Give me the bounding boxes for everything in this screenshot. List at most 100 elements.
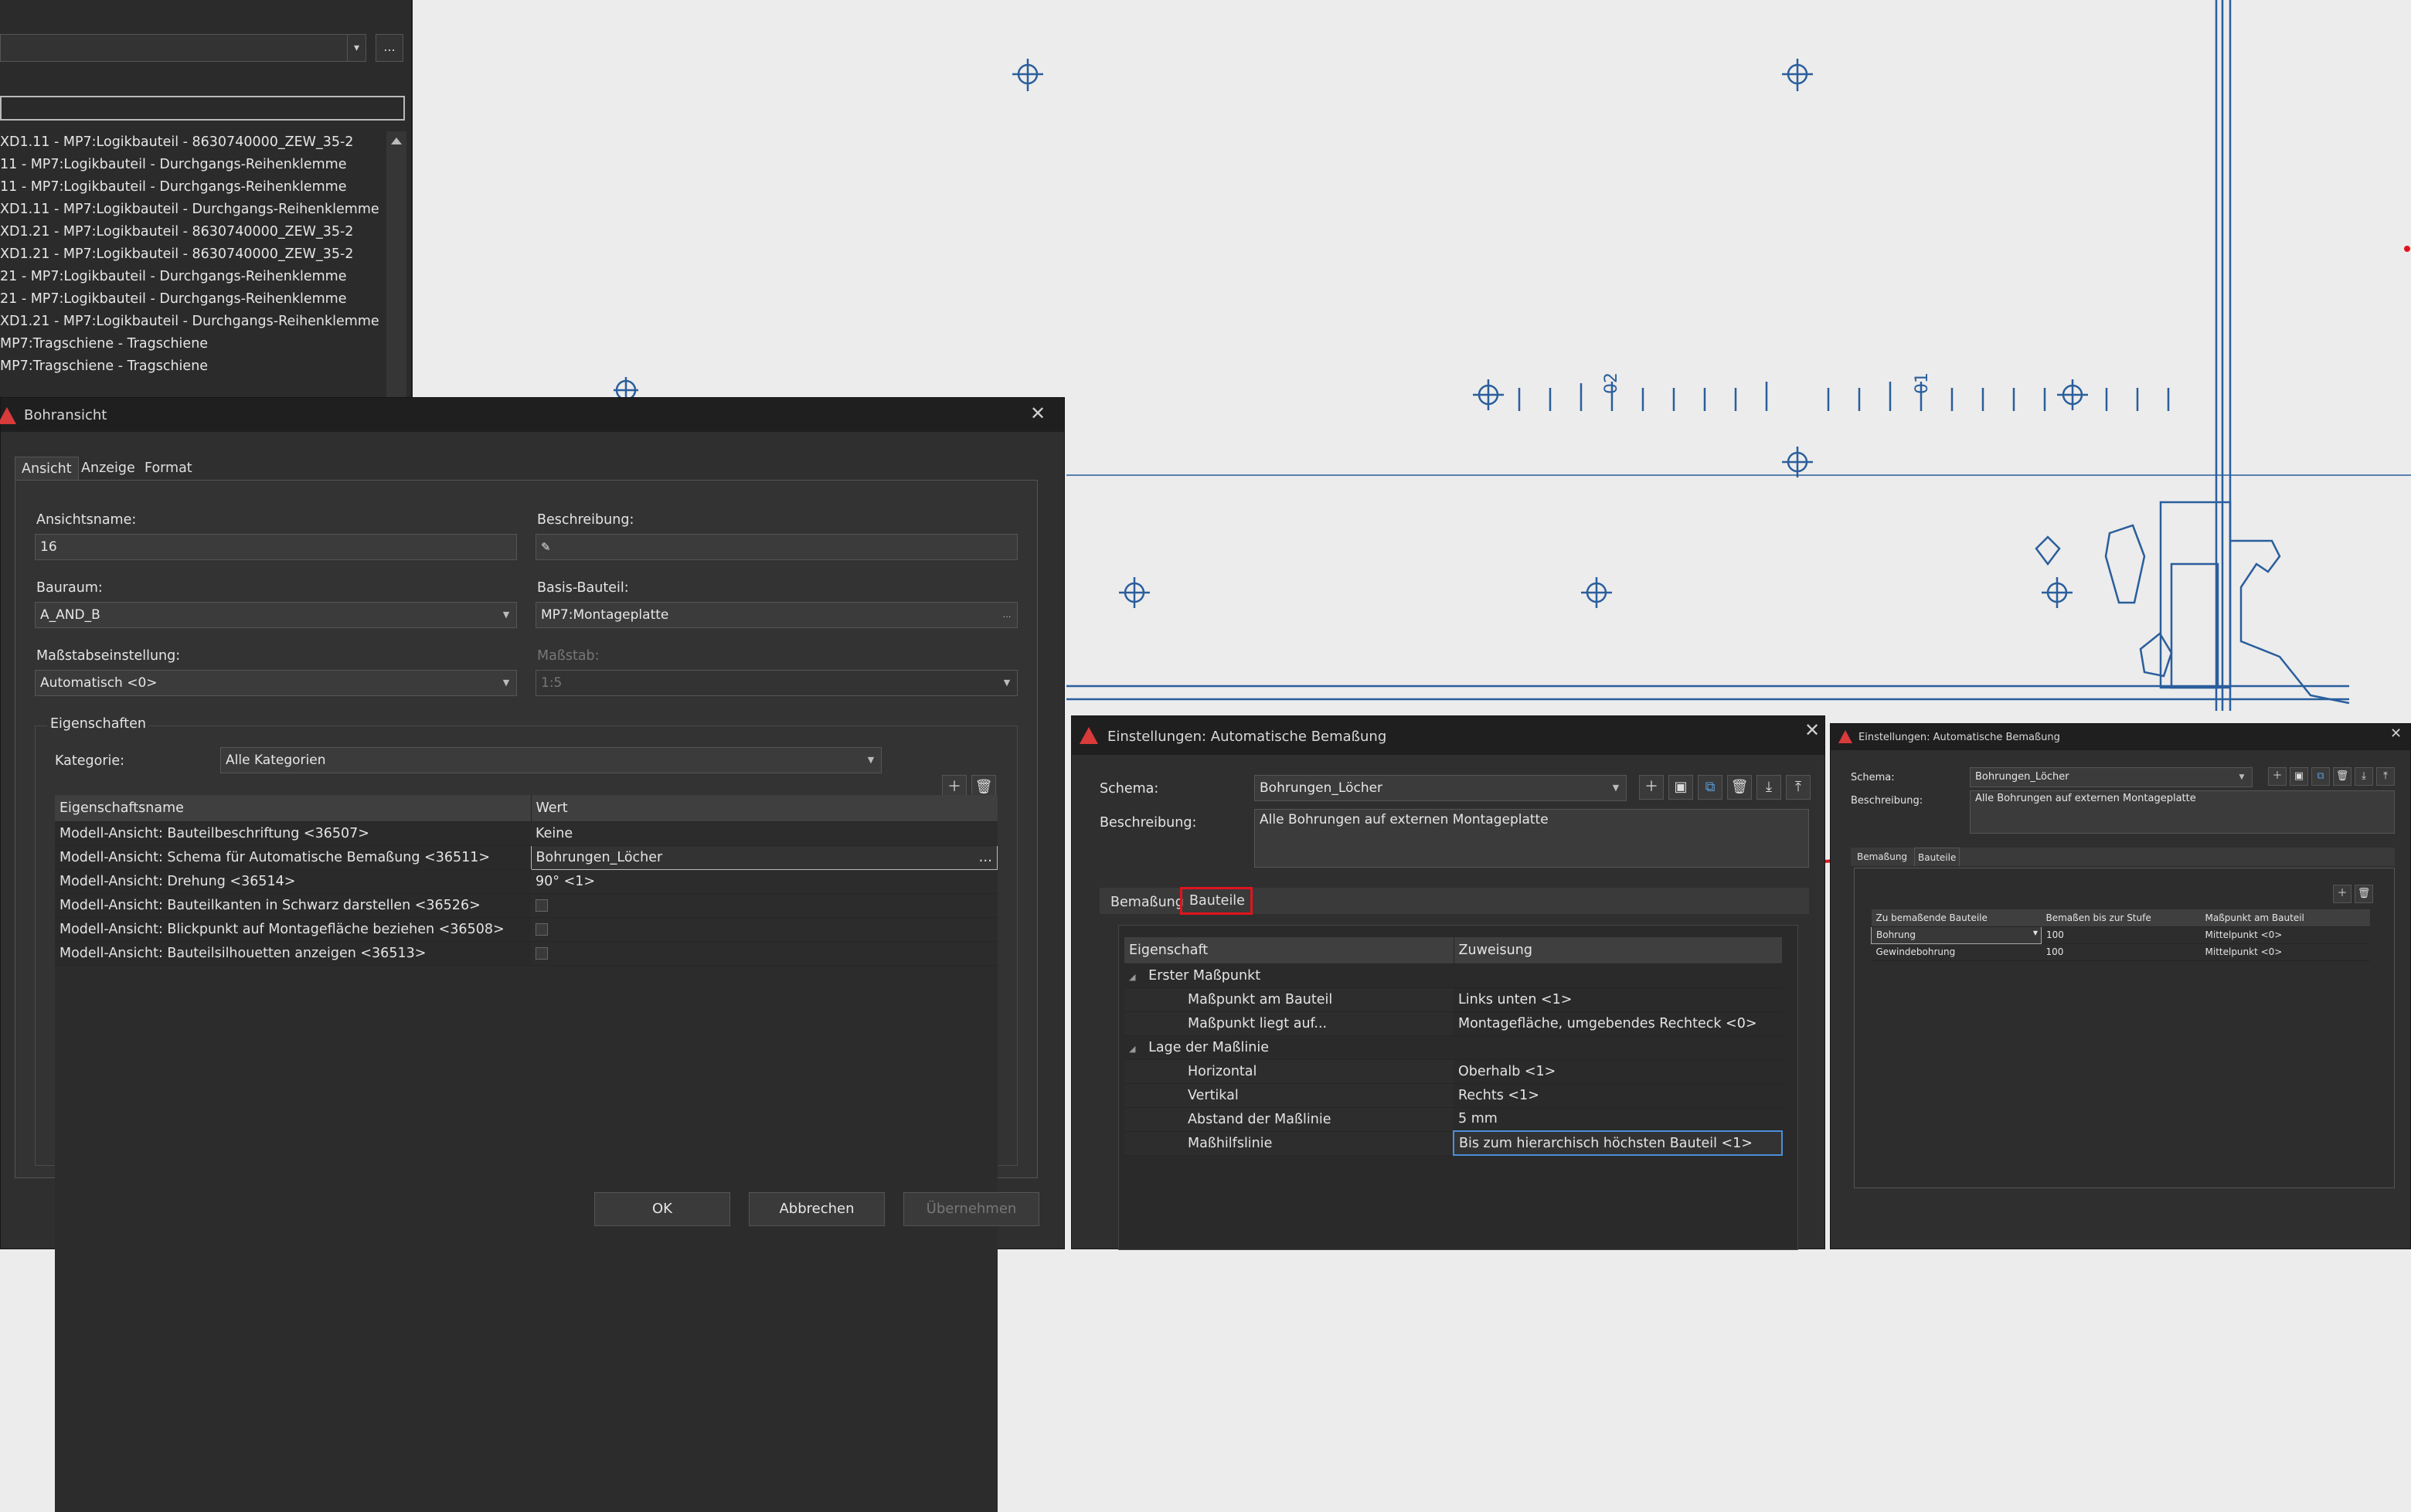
ansichtsname-field[interactable]: 16: [35, 534, 517, 560]
list-item[interactable]: 21 - MP7:Logikbauteil - Durchgangs-Reihe…: [0, 288, 386, 311]
property-value[interactable]: Links unten <1>: [1454, 987, 1782, 1012]
table-row[interactable]: Gewindebohrung 100 Mittelpunkt <0>: [1871, 943, 2370, 961]
group-row[interactable]: ◢ Lage der Maßlinie: [1124, 1035, 1782, 1060]
collapse-icon[interactable]: ◢: [1129, 1044, 1135, 1054]
view-combo[interactable]: ▾: [0, 34, 366, 62]
table-row[interactable]: Modell-Ansicht: Bauteilbeschriftung <365…: [55, 821, 998, 846]
ok-button[interactable]: OK: [594, 1192, 730, 1226]
list-item[interactable]: 21 - MP7:Logikbauteil - Durchgangs-Reihe…: [0, 266, 386, 288]
beschreibung-field[interactable]: Alle Bohrungen auf externen Montageplatt…: [1970, 790, 2395, 834]
table-row[interactable]: Modell-Ansicht: Bauteilkanten in Schwarz…: [55, 893, 998, 918]
close-icon[interactable]: ✕: [1804, 719, 1820, 741]
property-value[interactable]: Rechts <1>: [1454, 1083, 1782, 1108]
tab-anzeige[interactable]: Anzeige: [75, 457, 141, 480]
list-scrollbar[interactable]: [386, 131, 406, 402]
save-icon[interactable]: ▣: [2290, 767, 2308, 786]
browse-icon[interactable]: …: [979, 850, 993, 865]
list-item[interactable]: XD1.21 - MP7:Logikbauteil - 8630740000_Z…: [0, 221, 386, 243]
chevron-down-icon[interactable]: ▼: [2033, 929, 2038, 936]
tab-bauteile[interactable]: Bauteile: [1914, 848, 1960, 866]
export-icon[interactable]: ⤒: [1786, 775, 1811, 800]
property-value[interactable]: 5 mm: [1454, 1107, 1782, 1132]
edit-icon[interactable]: ✎: [541, 540, 551, 554]
copy-icon[interactable]: ⧉: [1698, 775, 1722, 800]
table-row[interactable]: Modell-Ansicht: Drehung <36514> 90° <1>: [55, 869, 998, 894]
table-row[interactable]: Maßpunkt liegt auf... Montagefläche, umge…: [1124, 1011, 1782, 1036]
table-row[interactable]: Vertikal Rechts <1>: [1124, 1083, 1782, 1108]
add-button[interactable]: ＋: [2333, 885, 2351, 903]
bauraum-select[interactable]: A_AND_B ▼: [35, 602, 517, 628]
col-zu-bemassende-bauteile[interactable]: Zu bemaßende Bauteile: [1871, 909, 2042, 927]
part-type-value[interactable]: Gewindebohrung: [1871, 943, 2042, 961]
add-button[interactable]: ＋: [2268, 767, 2287, 786]
table-row[interactable]: Modell-Ansicht: Blickpunkt auf Montagefl…: [55, 917, 998, 942]
table-row[interactable]: Maßpunkt am Bauteil Links unten <1>: [1124, 987, 1782, 1012]
export-icon[interactable]: ⤒: [2376, 767, 2395, 786]
delete-button[interactable]: 🗑: [2355, 885, 2373, 903]
property-name: Maßpunkt liegt auf...: [1124, 1011, 1454, 1036]
kategorie-select[interactable]: Alle Kategorien ▼: [220, 747, 882, 773]
property-value[interactable]: 90° <1>: [531, 869, 998, 894]
list-item[interactable]: XD1.11 - MP7:Logikbauteil - 8630740000_Z…: [0, 131, 386, 154]
checkbox[interactable]: [536, 899, 548, 912]
delete-button[interactable]: 🗑: [1727, 775, 1752, 800]
property-value[interactable]: Montagefläche, umgebendes Rechteck <0>: [1454, 1011, 1782, 1036]
list-item[interactable]: MP7:Tragschiene - Tragschiene: [0, 355, 386, 378]
level-value[interactable]: 100: [2041, 926, 2201, 944]
basis-field[interactable]: MP7:Montageplatte…: [536, 602, 1018, 628]
schema-select[interactable]: Bohrungen_Löcher ▼: [1970, 767, 2253, 787]
list-item[interactable]: 11 - MP7:Logikbauteil - Durchgangs-Reihe…: [0, 154, 386, 176]
close-icon[interactable]: ✕: [1030, 403, 1046, 424]
col-bemassen-bis-stufe[interactable]: Bemaßen bis zur Stufe: [2041, 909, 2201, 927]
col-zuweisung[interactable]: Zuweisung: [1454, 937, 1782, 964]
add-button[interactable]: ＋: [1639, 775, 1664, 800]
checkbox[interactable]: [536, 922, 548, 936]
massstabeinstellung-select[interactable]: Automatisch <0> ▼: [35, 670, 517, 696]
point-value[interactable]: Mittelpunkt <0>: [2200, 943, 2370, 961]
basis-label: Basis-Bauteil:: [537, 580, 629, 596]
tab-ansicht[interactable]: Ansicht: [15, 457, 79, 480]
scroll-up-icon[interactable]: [391, 138, 402, 144]
tab-bemassung[interactable]: Bemaßung: [1854, 848, 1910, 866]
table-row[interactable]: Modell-Ansicht: Bauteilsilhouetten anzei…: [55, 941, 998, 966]
copy-icon[interactable]: ⧉: [2311, 767, 2330, 786]
list-item[interactable]: MP7:Tragschiene - Tragschiene: [0, 333, 386, 355]
table-row[interactable]: Maßhilfslinie Bis zum hierarchisch höchst…: [1124, 1130, 1783, 1156]
property-value[interactable]: Keine: [531, 821, 998, 846]
table-row[interactable]: Bohrung ▼ 100 Mittelpunkt <0>: [1871, 926, 2370, 944]
list-item[interactable]: XD1.21 - MP7:Logikbauteil - 8630740000_Z…: [0, 243, 386, 266]
col-wert[interactable]: Wert: [531, 795, 998, 822]
property-value-editing[interactable]: Bohrungen_Löcher…: [530, 844, 998, 870]
save-icon[interactable]: ▣: [1668, 775, 1693, 800]
table-row[interactable]: Horizontal Oberhalb <1>: [1124, 1059, 1782, 1084]
beschreibung-field[interactable]: ✎: [536, 534, 1018, 560]
col-masspunkt[interactable]: Maßpunkt am Bauteil: [2200, 909, 2370, 927]
import-icon[interactable]: ⤓: [1756, 775, 1781, 800]
list-item[interactable]: 11 - MP7:Logikbauteil - Durchgangs-Reihe…: [0, 176, 386, 199]
property-value-selected[interactable]: Bis zum hierarchisch höchsten Bauteil <1…: [1453, 1130, 1783, 1156]
level-value[interactable]: 100: [2041, 943, 2201, 961]
apply-button[interactable]: Übernehmen: [903, 1192, 1039, 1226]
col-eigenschaft[interactable]: Eigenschaft: [1124, 937, 1454, 964]
close-icon[interactable]: ✕: [2390, 725, 2402, 742]
point-value[interactable]: Mittelpunkt <0>: [2200, 926, 2370, 944]
list-item[interactable]: XD1.21 - MP7:Logikbauteil - Durchgangs-R…: [0, 311, 386, 333]
table-row[interactable]: Modell-Ansicht: Schema für Automatische …: [55, 844, 998, 870]
property-value[interactable]: Oberhalb <1>: [1454, 1059, 1782, 1084]
browse-icon[interactable]: …: [997, 603, 1017, 627]
cancel-button[interactable]: Abbrechen: [749, 1192, 885, 1226]
list-item[interactable]: XD1.11 - MP7:Logikbauteil - Durchgangs-R…: [0, 199, 386, 221]
schema-select[interactable]: Bohrungen_Löcher ▼: [1254, 775, 1627, 801]
checkbox[interactable]: [536, 946, 548, 960]
tab-format[interactable]: Format: [138, 457, 199, 480]
beschreibung-field[interactable]: Alle Bohrungen auf externen Montageplatt…: [1254, 809, 1809, 868]
collapse-icon[interactable]: ◢: [1129, 972, 1135, 982]
filter-input[interactable]: [0, 96, 405, 121]
col-eigenschaftsname[interactable]: Eigenschaftsname: [55, 795, 532, 822]
table-row[interactable]: Abstand der Maßlinie 5 mm: [1124, 1107, 1782, 1132]
import-icon[interactable]: ⤓: [2355, 767, 2373, 786]
delete-button[interactable]: 🗑: [2333, 767, 2351, 786]
more-button[interactable]: ...: [376, 34, 403, 62]
group-row[interactable]: ◢ Erster Maßpunkt: [1124, 963, 1782, 988]
tab-bemassung[interactable]: Bemaßung: [1104, 891, 1190, 914]
